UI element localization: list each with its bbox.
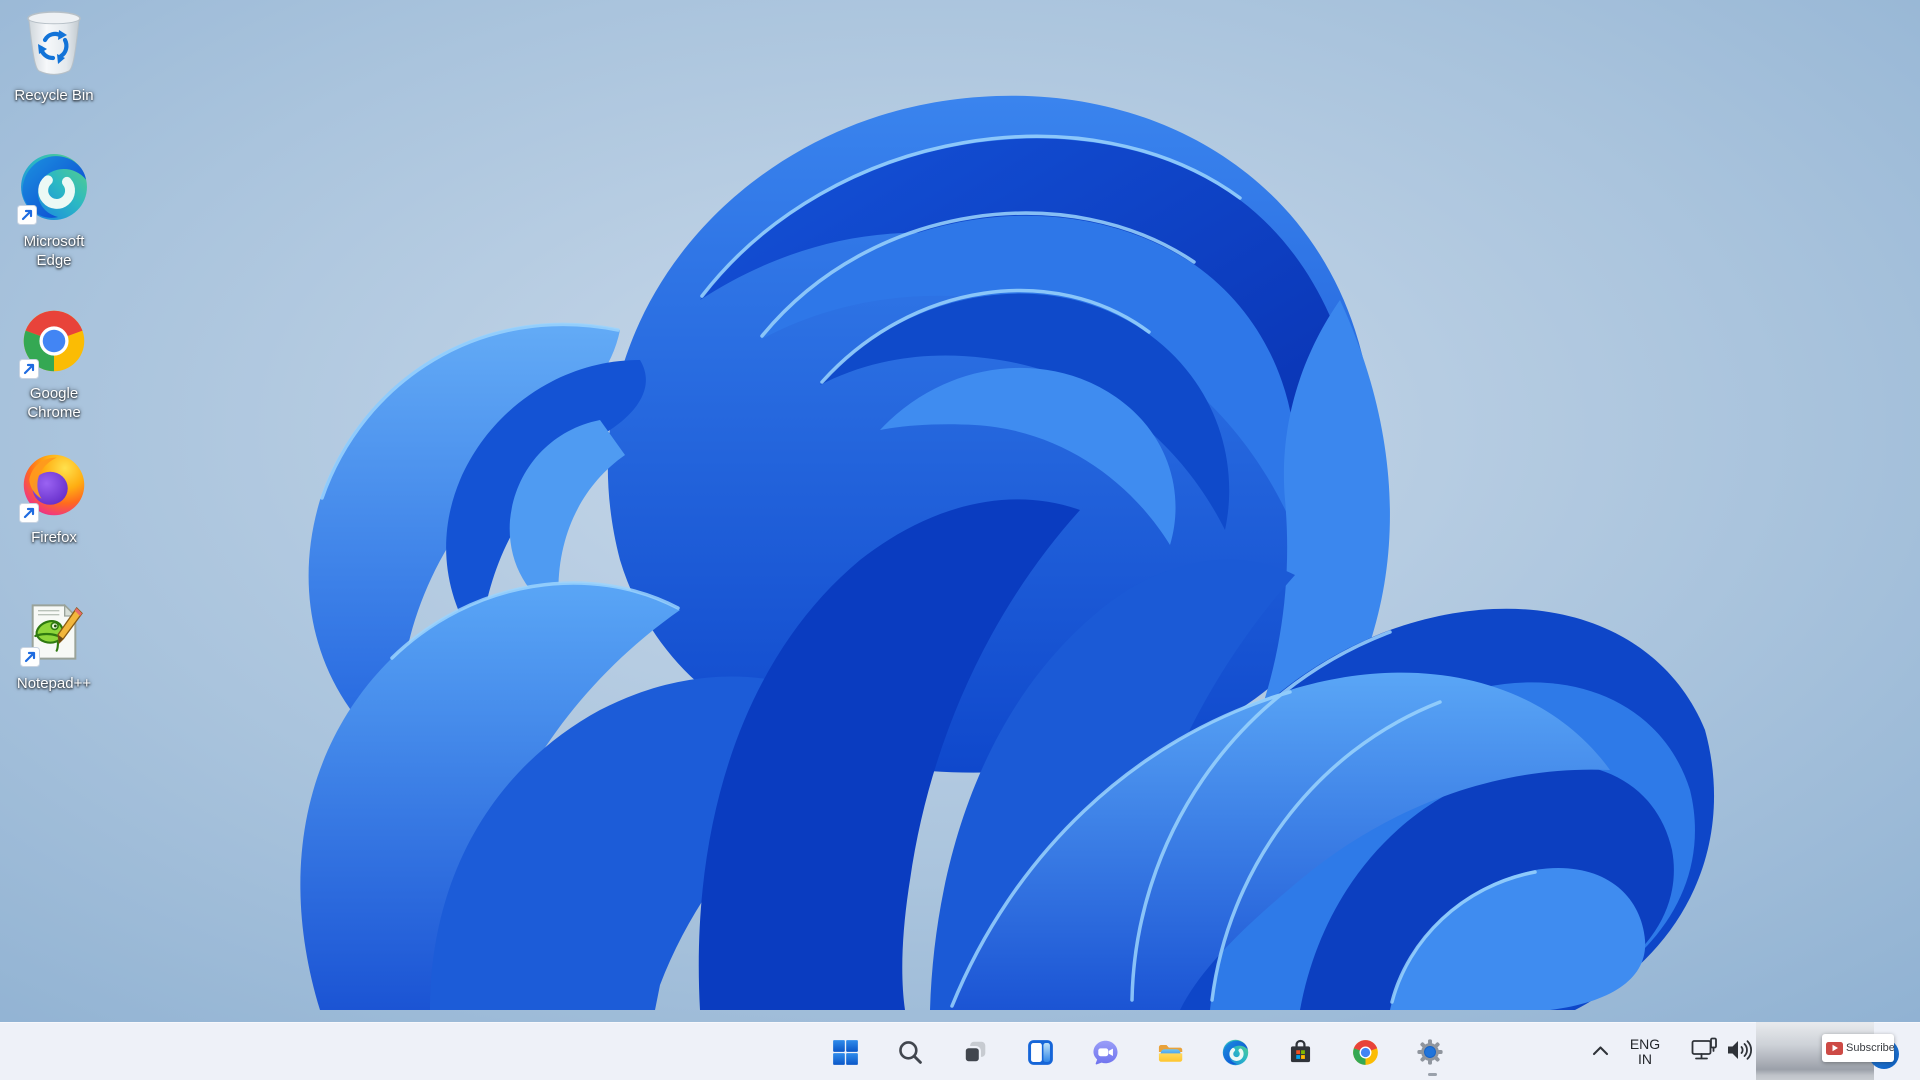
windows-logo-icon: [832, 1039, 859, 1066]
chrome-taskbar-button[interactable]: [1341, 1028, 1389, 1076]
wallpaper-bloom: [0, 0, 1920, 1022]
windows-desktop: Recycle Bin Microsoft Edge Google Chrome…: [0, 0, 1920, 1080]
microsoft-store-icon: [1287, 1039, 1314, 1066]
desktop-icon-chrome[interactable]: Google Chrome: [6, 308, 102, 422]
chrome-icon: [19, 308, 87, 379]
desktop-icon-label: Recycle Bin: [14, 87, 94, 104]
desktop-icon-notepadpp[interactable]: Notepad++: [6, 600, 102, 693]
tray-language-switcher[interactable]: ENG IN: [1621, 1023, 1669, 1080]
tray-network-button[interactable]: [1688, 1023, 1720, 1080]
taskbar-center-group: [821, 1023, 1454, 1080]
chat-icon: [1092, 1039, 1119, 1066]
settings-button[interactable]: [1406, 1028, 1454, 1076]
chat-button[interactable]: [1081, 1028, 1129, 1076]
desktop-icon-label: Notepad++: [16, 675, 92, 692]
file-explorer-icon: [1156, 1038, 1184, 1066]
widgets-icon: [1027, 1039, 1054, 1066]
recycle-bin-icon: [25, 10, 83, 81]
edge-icon: [1222, 1039, 1249, 1066]
edge-taskbar-button[interactable]: [1211, 1028, 1259, 1076]
language-line-1: ENG: [1629, 1036, 1661, 1052]
search-button[interactable]: [886, 1028, 934, 1076]
settings-gear-icon: [1416, 1038, 1444, 1066]
chrome-icon: [1352, 1039, 1379, 1066]
firefox-icon: [19, 452, 87, 523]
store-button[interactable]: [1276, 1028, 1324, 1076]
desktop-icon-label: Firefox: [31, 529, 77, 546]
settings-running-indicator: [1428, 1073, 1437, 1076]
chevron-up-icon: [1592, 1043, 1609, 1061]
desktop-icon-label: Microsoft Edge: [23, 233, 85, 269]
subscribe-label: Subscribe: [1846, 1042, 1894, 1054]
ethernet-monitor-icon: [1691, 1037, 1718, 1067]
tray-volume-button[interactable]: [1722, 1023, 1758, 1080]
subscribe-button[interactable]: Subscribe: [1822, 1034, 1894, 1062]
edge-icon: [17, 152, 89, 227]
search-icon: [897, 1039, 923, 1065]
start-button[interactable]: [821, 1028, 869, 1076]
speaker-icon: [1726, 1038, 1754, 1067]
desktop-icon-label: Google Chrome: [27, 385, 81, 421]
youtube-icon: [1826, 1041, 1843, 1055]
file-explorer-button[interactable]: [1146, 1028, 1194, 1076]
desktop-icon-recycle-bin[interactable]: Recycle Bin: [6, 10, 102, 105]
widgets-button[interactable]: [1016, 1028, 1064, 1076]
desktop-icon-edge[interactable]: Microsoft Edge: [6, 152, 102, 270]
taskbar: ENG IN: [0, 1022, 1920, 1080]
desktop-icon-firefox[interactable]: Firefox: [6, 452, 102, 547]
task-view-icon: [962, 1039, 988, 1065]
notepadpp-icon: [20, 600, 86, 669]
tray-hidden-icons-button[interactable]: [1586, 1023, 1614, 1080]
language-line-2: IN: [1638, 1051, 1652, 1067]
task-view-button[interactable]: [951, 1028, 999, 1076]
